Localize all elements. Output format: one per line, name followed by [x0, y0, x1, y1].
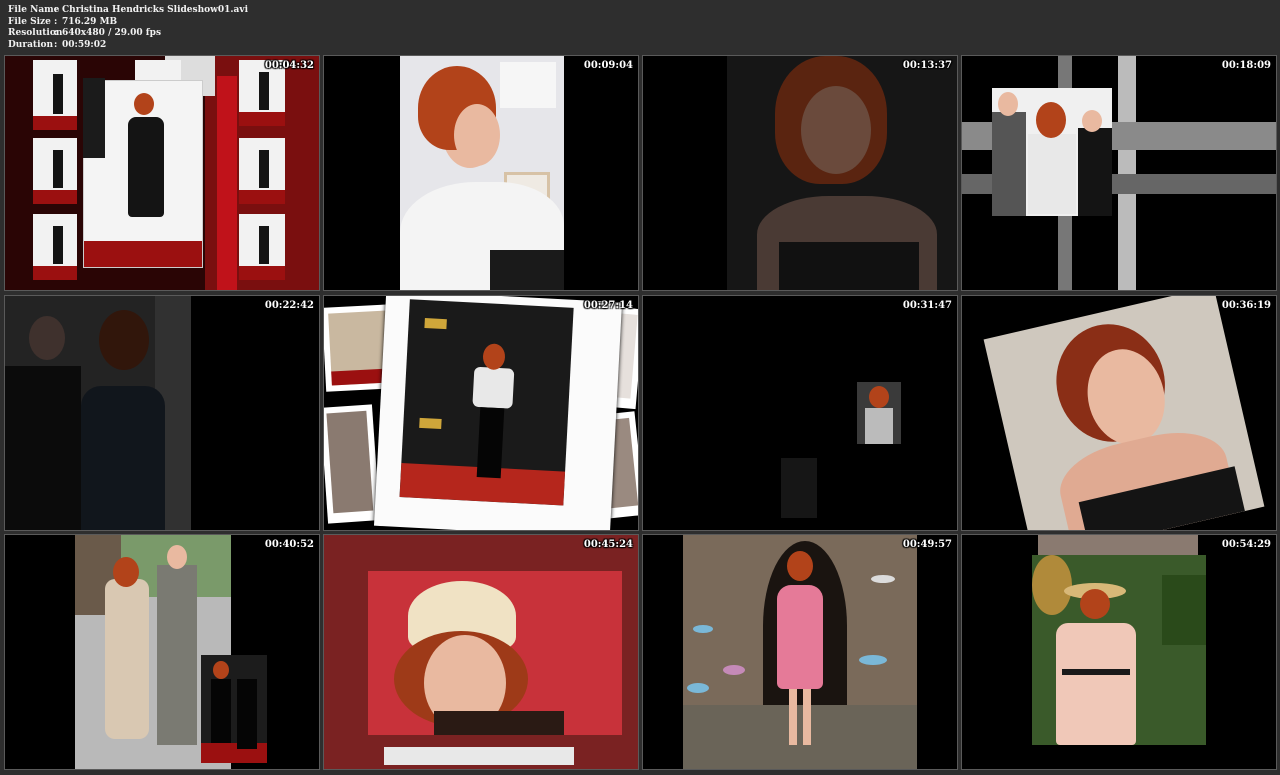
timestamp: 00:18:09 [1221, 60, 1271, 71]
center-polaroid [373, 295, 623, 530]
dark-portrait-photo [727, 56, 957, 290]
thumbnail-12[interactable]: 00:54:29 [961, 534, 1277, 770]
thumbnail-1[interactable]: 00:04:32 [4, 55, 320, 291]
garden-photo [1032, 555, 1206, 745]
hat-photo [368, 571, 622, 735]
thumbnail-4[interactable]: 00:18:09 [961, 55, 1277, 291]
inset-photo [201, 655, 267, 763]
timestamp: 00:22:42 [264, 299, 314, 311]
timestamp: 00:09:04 [583, 60, 633, 71]
forest-set-photo [683, 535, 917, 769]
timestamp: 00:45:24 [583, 539, 633, 550]
duration-value: 00:59:02 [62, 40, 107, 51]
thumbnail-8[interactable]: 00:36:19 [961, 294, 1277, 531]
thumbnail-10[interactable]: 00:45:24 [323, 534, 639, 770]
file-size-value: 716.29 MB [62, 16, 118, 27]
timestamp: 00:40:52 [264, 539, 314, 550]
file-info-header: File Name: Christina Hendricks Slideshow0… [8, 5, 248, 52]
thumbnail-6[interactable]: 00:27:14 [323, 294, 639, 531]
timestamp: 00:04:32 [264, 60, 314, 71]
thumbnail-2[interactable]: 00:09:04 [323, 55, 639, 291]
timestamp: 00:36:19 [1221, 299, 1271, 311]
thumbnail-5[interactable]: 00:22:42 [4, 294, 320, 531]
faded-photo [5, 295, 191, 530]
file-name-label: File Name [8, 5, 60, 15]
portrait-photo [400, 56, 564, 290]
resolution-label: Resolution [8, 28, 63, 39]
timestamp: 00:31:47 [902, 299, 952, 311]
resolution-value: 640x480 / 29.00 fps [62, 28, 162, 39]
thumbnail-11[interactable]: 00:49:57 [642, 534, 958, 770]
thumbnail-grid: 00:04:32 00:09:04 00:13:37 00:18:09 00:2… [4, 55, 1277, 770]
timestamp: 00:49:57 [902, 539, 952, 550]
duration-row: Duration:00:59:02 [8, 40, 107, 51]
group-photo [992, 88, 1112, 216]
timestamp: 00:27:14 [583, 299, 633, 311]
thumbnail-7[interactable]: 00:31:47 [642, 294, 958, 531]
file-name-value: Christina Hendricks Slideshow01.avi [62, 5, 249, 15]
timestamp: 00:54:29 [1221, 539, 1271, 550]
thumbnail-9[interactable]: 00:40:52 [4, 534, 320, 770]
thumbnail-3[interactable]: 00:13:37 [642, 55, 958, 291]
file-name-row: File Name: Christina Hendricks Slideshow0… [8, 5, 249, 15]
small-photo [857, 381, 901, 444]
file-size-label: File Size [8, 16, 51, 27]
tilted-portrait [983, 295, 1265, 530]
timestamp: 00:13:37 [902, 60, 952, 71]
duration-label: Duration [8, 40, 54, 51]
resolution-row: Resolution:640x480 / 29.00 fps [8, 28, 162, 39]
file-size-row: File Size:716.29 MB [8, 16, 118, 27]
